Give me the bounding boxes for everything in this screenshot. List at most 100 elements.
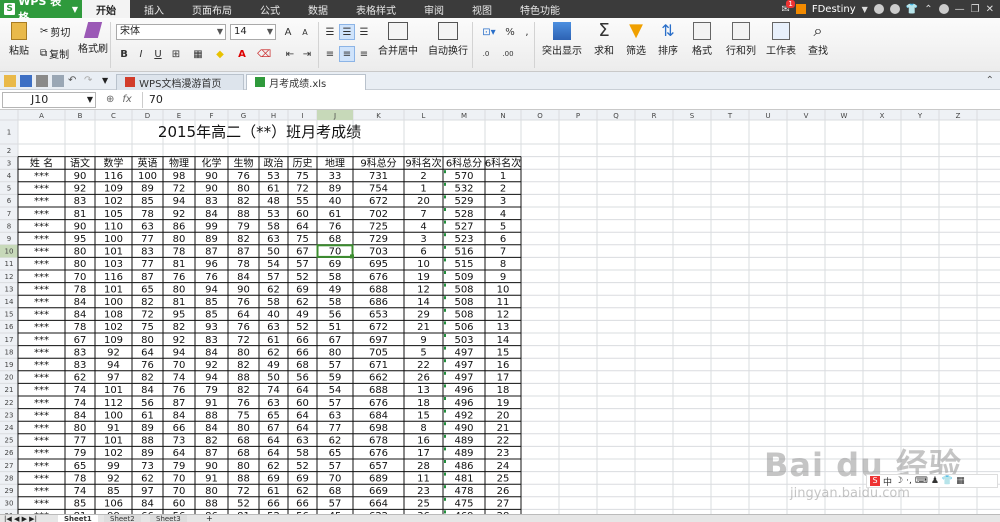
redo-icon[interactable]: ↷ xyxy=(84,75,96,87)
table-cell[interactable]: 62 xyxy=(267,461,280,472)
font-name-select[interactable]: 宋体 ▼ xyxy=(116,24,226,40)
table-cell[interactable]: 81 xyxy=(173,297,186,308)
table-cell[interactable]: 77 xyxy=(141,259,154,270)
table-cell[interactable]: *** xyxy=(34,322,49,333)
menu-tab-4[interactable]: 数据 xyxy=(294,0,342,18)
table-cell[interactable]: 81 xyxy=(173,259,186,270)
table-cell[interactable]: 57 xyxy=(267,272,280,283)
table-cell[interactable]: 492 xyxy=(454,410,473,421)
table-cell[interactable]: 49 xyxy=(267,360,280,371)
table-cell[interactable]: 8 xyxy=(420,423,426,434)
table-cell[interactable]: 669 xyxy=(369,486,388,497)
table-cell[interactable]: 4 xyxy=(420,221,426,232)
shirt-icon[interactable]: 👕 xyxy=(906,4,918,15)
table-cell[interactable]: *** xyxy=(34,247,49,258)
table-cell[interactable]: 515 xyxy=(454,259,473,270)
table-cell[interactable]: 19 xyxy=(497,398,510,409)
table-cell[interactable]: 78 xyxy=(237,259,250,270)
table-cell[interactable]: 88 xyxy=(205,410,218,421)
row-header-28[interactable]: 28 xyxy=(5,474,14,482)
table-cell[interactable]: *** xyxy=(34,398,49,409)
column-header-B[interactable]: B xyxy=(78,112,83,120)
table-cell[interactable]: 87 xyxy=(237,247,250,258)
table-cell[interactable]: 66 xyxy=(296,335,309,346)
table-cell[interactable]: 102 xyxy=(104,196,123,207)
table-cell[interactable]: 80 xyxy=(329,347,342,358)
table-cell[interactable]: 49 xyxy=(296,310,309,321)
table-cell[interactable]: 101 xyxy=(104,284,123,295)
clear-format-icon[interactable]: ⌫ xyxy=(256,46,272,62)
find-button[interactable]: ⌕ 查找 xyxy=(808,22,828,58)
row-header-11[interactable]: 11 xyxy=(5,260,14,268)
table-cell[interactable]: *** xyxy=(34,234,49,245)
table-cell[interactable]: 63 xyxy=(267,398,280,409)
table-cell[interactable]: 80 xyxy=(173,234,186,245)
table-cell[interactable]: 82 xyxy=(141,373,154,384)
table-cell[interactable]: 84 xyxy=(237,272,250,283)
table-cell[interactable]: 76 xyxy=(237,398,250,409)
open-folder-icon[interactable] xyxy=(4,74,16,87)
table-cell[interactable]: 21 xyxy=(417,322,430,333)
table-cell[interactable]: 79 xyxy=(74,448,87,459)
table-cell[interactable]: 489 xyxy=(454,436,473,447)
row-header-23[interactable]: 23 xyxy=(5,411,14,419)
table-cell[interactable]: 76 xyxy=(237,171,250,182)
table-cell[interactable]: 688 xyxy=(369,385,388,396)
align-top-icon[interactable]: ☰ xyxy=(322,24,338,40)
table-cell[interactable]: 725 xyxy=(369,221,388,232)
table-cell[interactable]: 10 xyxy=(417,259,430,270)
table-cell[interactable]: 78 xyxy=(74,322,87,333)
align-right-icon[interactable]: ≡ xyxy=(356,46,372,62)
table-cell[interactable]: 671 xyxy=(369,360,388,371)
table-cell[interactable]: 50 xyxy=(267,373,280,384)
table-cell[interactable]: *** xyxy=(34,410,49,421)
table-cell[interactable]: 63 xyxy=(296,436,309,447)
column-header-L[interactable]: L xyxy=(422,112,426,120)
table-cell[interactable]: 97 xyxy=(107,373,120,384)
row-header-24[interactable]: 24 xyxy=(5,424,14,432)
column-header-P[interactable]: P xyxy=(576,112,580,120)
table-cell[interactable]: 58 xyxy=(329,297,342,308)
table-cell[interactable]: 697 xyxy=(369,335,388,346)
table-cell[interactable]: 481 xyxy=(454,473,473,484)
table-cell[interactable]: 508 xyxy=(454,284,473,295)
table-cell[interactable]: 76 xyxy=(205,272,218,283)
comma-button[interactable]: , xyxy=(519,24,535,40)
table-cell[interactable]: 1 xyxy=(420,184,426,195)
table-cell[interactable]: *** xyxy=(34,284,49,295)
column-header-M[interactable]: M xyxy=(461,112,467,120)
row-header-22[interactable]: 22 xyxy=(5,399,14,407)
increase-decimal-icon[interactable]: .0 xyxy=(478,46,494,62)
table-cell[interactable]: 70 xyxy=(329,473,342,484)
cut-button[interactable]: ✂ 剪切 xyxy=(40,24,70,39)
table-cell[interactable]: 82 xyxy=(205,436,218,447)
table-cell[interactable]: 676 xyxy=(369,448,388,459)
table-cell[interactable]: 85 xyxy=(141,196,154,207)
table-cell[interactable]: 85 xyxy=(74,499,87,510)
table-cell[interactable]: 56 xyxy=(296,373,309,384)
table-cell[interactable]: 64 xyxy=(267,448,280,459)
table-cell[interactable]: 52 xyxy=(296,461,309,472)
table-cell[interactable]: 87 xyxy=(205,448,218,459)
table-cell[interactable]: 528 xyxy=(454,209,473,220)
table-cell[interactable]: 497 xyxy=(454,373,473,384)
table-cell[interactable]: 57 xyxy=(329,398,342,409)
table-cell[interactable]: 96 xyxy=(205,259,218,270)
table-cell[interactable]: 688 xyxy=(369,284,388,295)
table-cell[interactable]: 70 xyxy=(173,360,186,371)
align-middle-icon[interactable]: ☰ xyxy=(339,24,355,40)
table-cell[interactable]: 89 xyxy=(141,184,154,195)
table-cell[interactable]: 74 xyxy=(74,486,87,497)
row-header-6[interactable]: 6 xyxy=(7,197,12,205)
table-cell[interactable]: 72 xyxy=(296,184,309,195)
table-cell[interactable]: *** xyxy=(34,448,49,459)
table-cell[interactable]: 78 xyxy=(74,284,87,295)
table-cell[interactable]: 79 xyxy=(205,385,218,396)
table-cell[interactable]: 508 xyxy=(454,310,473,321)
table-cell[interactable]: 95 xyxy=(74,234,87,245)
table-cell[interactable]: 57 xyxy=(296,259,309,270)
table-cell[interactable]: 88 xyxy=(141,436,154,447)
table-cell[interactable]: 77 xyxy=(329,423,342,434)
row-header-12[interactable]: 12 xyxy=(5,273,14,281)
fill-handle[interactable] xyxy=(350,254,354,259)
